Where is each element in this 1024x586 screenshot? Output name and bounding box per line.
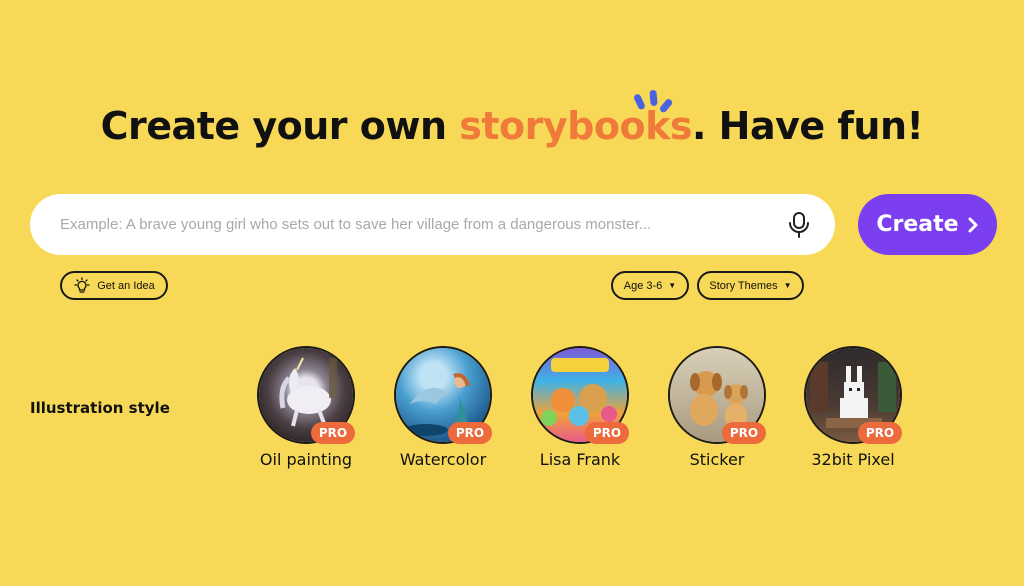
age-select-label: Age 3-6 — [623, 279, 663, 292]
style-thumbnail: PRO — [394, 346, 492, 444]
story-themes-label: Story Themes — [709, 279, 778, 292]
microphone-icon[interactable] — [785, 211, 813, 239]
story-prompt-box — [30, 194, 835, 255]
style-thumbnail: PRO — [804, 346, 902, 444]
pro-badge: PRO — [311, 422, 355, 444]
style-option-32bit-pixel[interactable]: PRO 32bit Pixel — [783, 346, 923, 469]
illustration-style-label: Illustration style — [30, 399, 170, 417]
style-thumbnail: PRO — [668, 346, 766, 444]
style-name: Lisa Frank — [539, 450, 621, 469]
caret-down-icon: ▼ — [668, 281, 677, 290]
pro-badge: PRO — [858, 422, 902, 444]
get-idea-button[interactable]: Get an Idea — [60, 271, 168, 300]
lightbulb-icon — [74, 276, 90, 293]
page-title: Create your own storybooks. Have fun! — [0, 104, 1024, 148]
age-select[interactable]: Age 3-6 ▼ — [611, 271, 689, 300]
style-option-oil-painting[interactable]: PRO Oil painting — [236, 346, 376, 469]
headline-part1: Create your own — [100, 104, 460, 148]
headline-part2: . Have fun! — [691, 104, 924, 148]
pro-badge: PRO — [722, 422, 766, 444]
style-thumbnail: PRO — [257, 346, 355, 444]
create-button-label: Create — [876, 212, 959, 237]
get-idea-label: Get an Idea — [97, 279, 155, 292]
style-option-sticker[interactable]: PRO Sticker — [647, 346, 787, 469]
style-option-lisa-frank[interactable]: PRO Lisa Frank — [510, 346, 650, 469]
story-themes-select[interactable]: Story Themes ▼ — [697, 271, 804, 300]
style-name: Sticker — [689, 450, 745, 469]
style-name: Watercolor — [399, 450, 487, 469]
chevron-right-icon — [968, 217, 978, 232]
story-prompt-input[interactable] — [60, 216, 785, 233]
style-name: 32bit Pixel — [811, 450, 895, 469]
pro-badge: PRO — [585, 422, 629, 444]
caret-down-icon: ▼ — [783, 281, 792, 290]
style-thumbnail: PRO — [531, 346, 629, 444]
style-name: Oil painting — [259, 450, 353, 469]
sparkle-decoration-icon — [634, 89, 673, 113]
pro-badge: PRO — [448, 422, 492, 444]
style-option-watercolor[interactable]: PRO Watercolor — [373, 346, 513, 469]
create-button[interactable]: Create — [858, 194, 997, 255]
